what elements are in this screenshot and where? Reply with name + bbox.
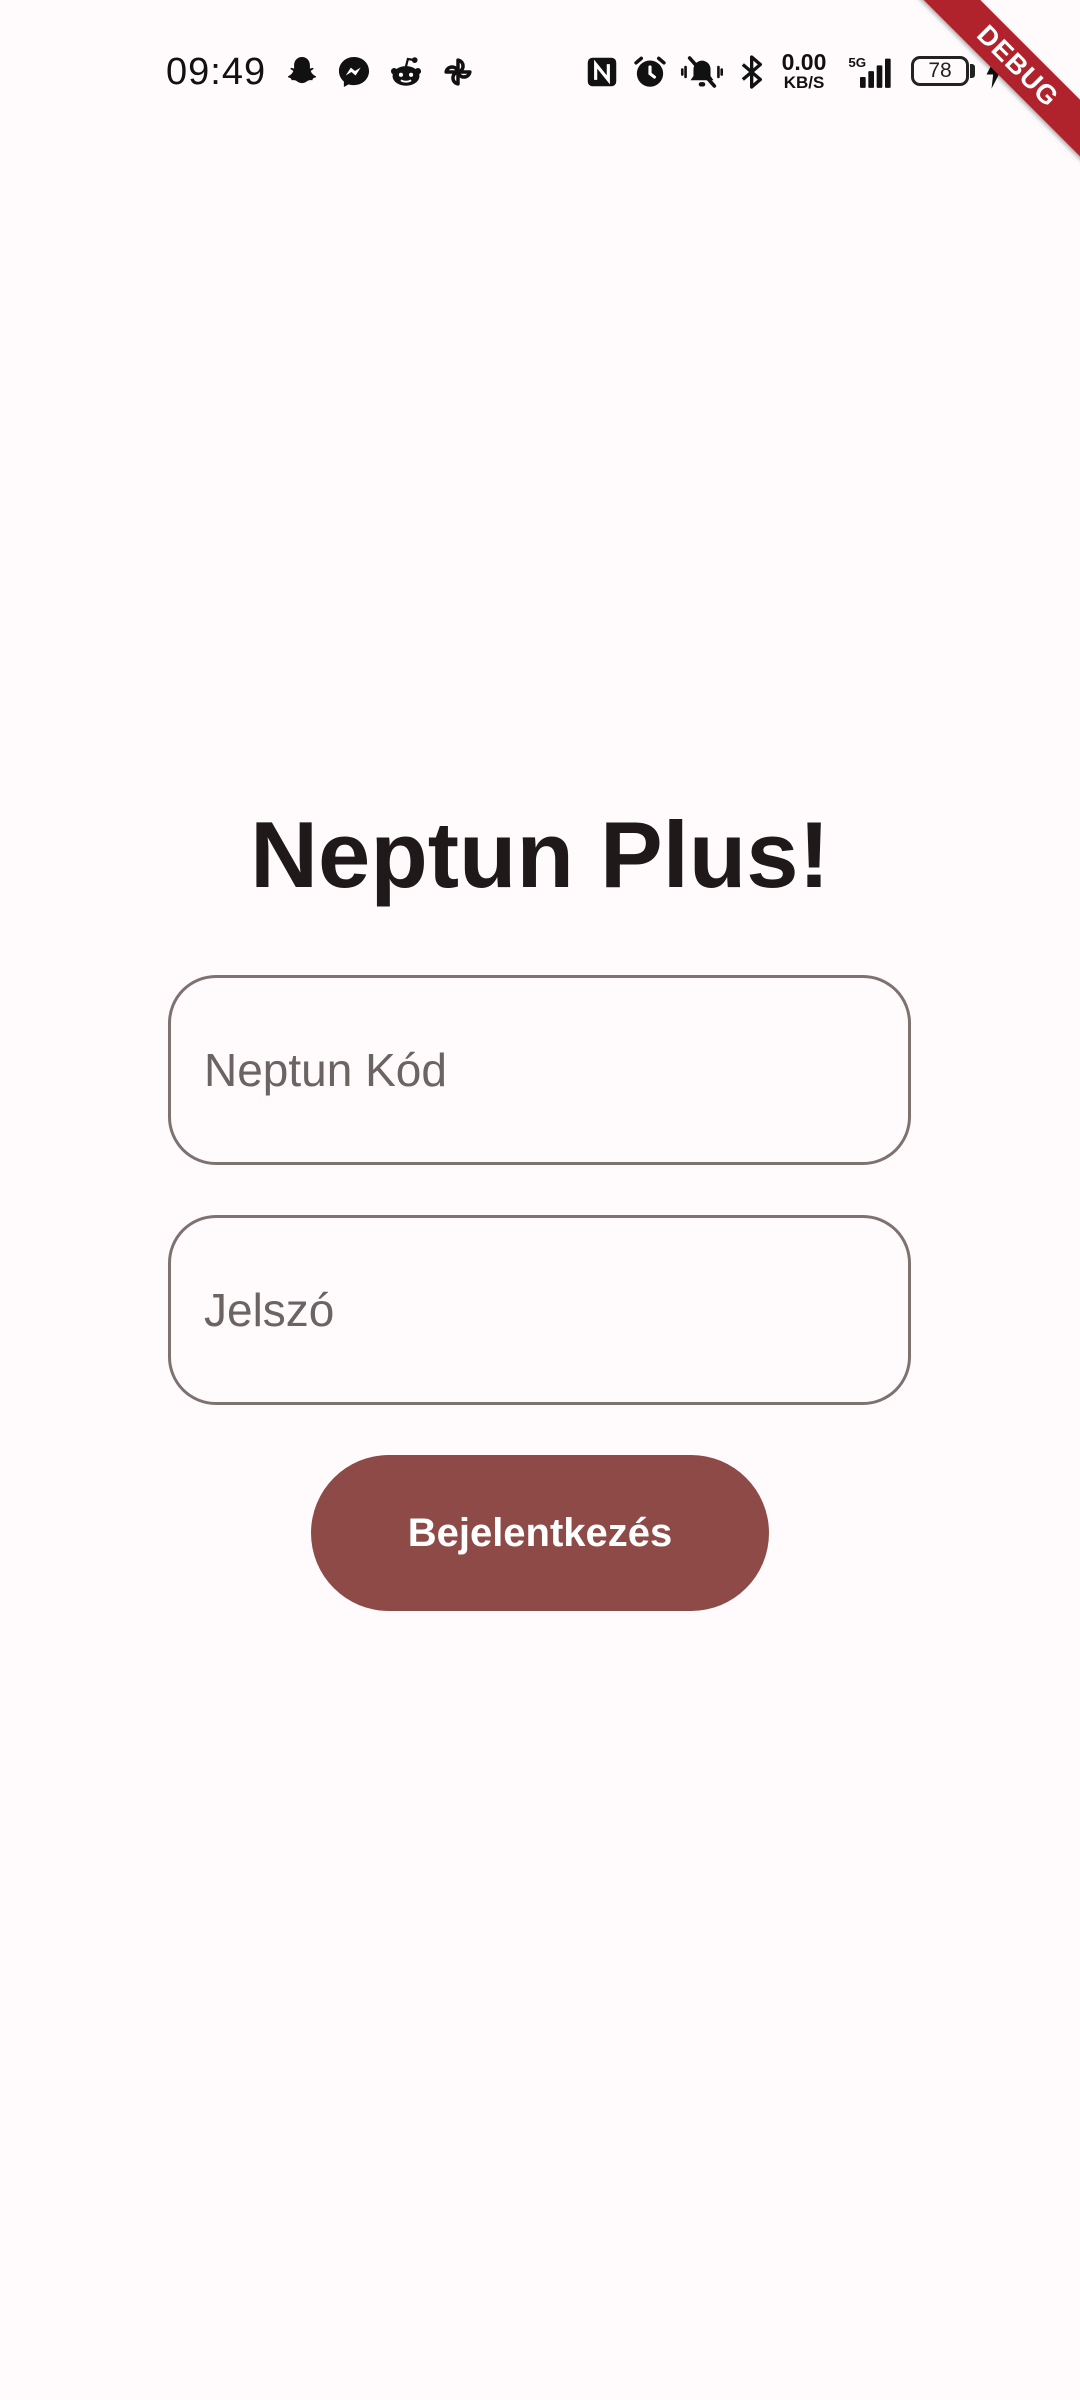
battery-cap — [970, 64, 975, 78]
login-button[interactable]: Bejelentkezés — [311, 1455, 769, 1611]
alarm-icon — [631, 52, 669, 92]
snapchat-icon — [283, 52, 321, 92]
neptun-code-input[interactable] — [168, 975, 911, 1165]
nfc-icon — [583, 52, 621, 92]
messenger-icon — [335, 52, 373, 92]
battery-level: 78 — [928, 59, 952, 82]
status-bar: 09:49 0.00 KB/S 5G 78 — [0, 0, 1080, 140]
reddit-icon — [387, 52, 425, 92]
bluetooth-icon — [737, 52, 767, 92]
page-title: Neptun Plus! — [250, 802, 830, 907]
password-input[interactable] — [168, 1215, 911, 1405]
status-time: 09:49 — [166, 51, 267, 93]
battery-icon: 78 — [911, 56, 969, 86]
network-speed-unit: KB/S — [783, 73, 825, 92]
network-speed: 0.00 KB/S — [774, 50, 834, 92]
vibrate-off-icon — [679, 52, 725, 92]
network-speed-value: 0.00 — [781, 49, 827, 75]
network-type-label: 5G — [848, 55, 866, 70]
signal-5g-icon: 5G — [844, 52, 896, 92]
pinwheel-icon — [439, 52, 477, 92]
